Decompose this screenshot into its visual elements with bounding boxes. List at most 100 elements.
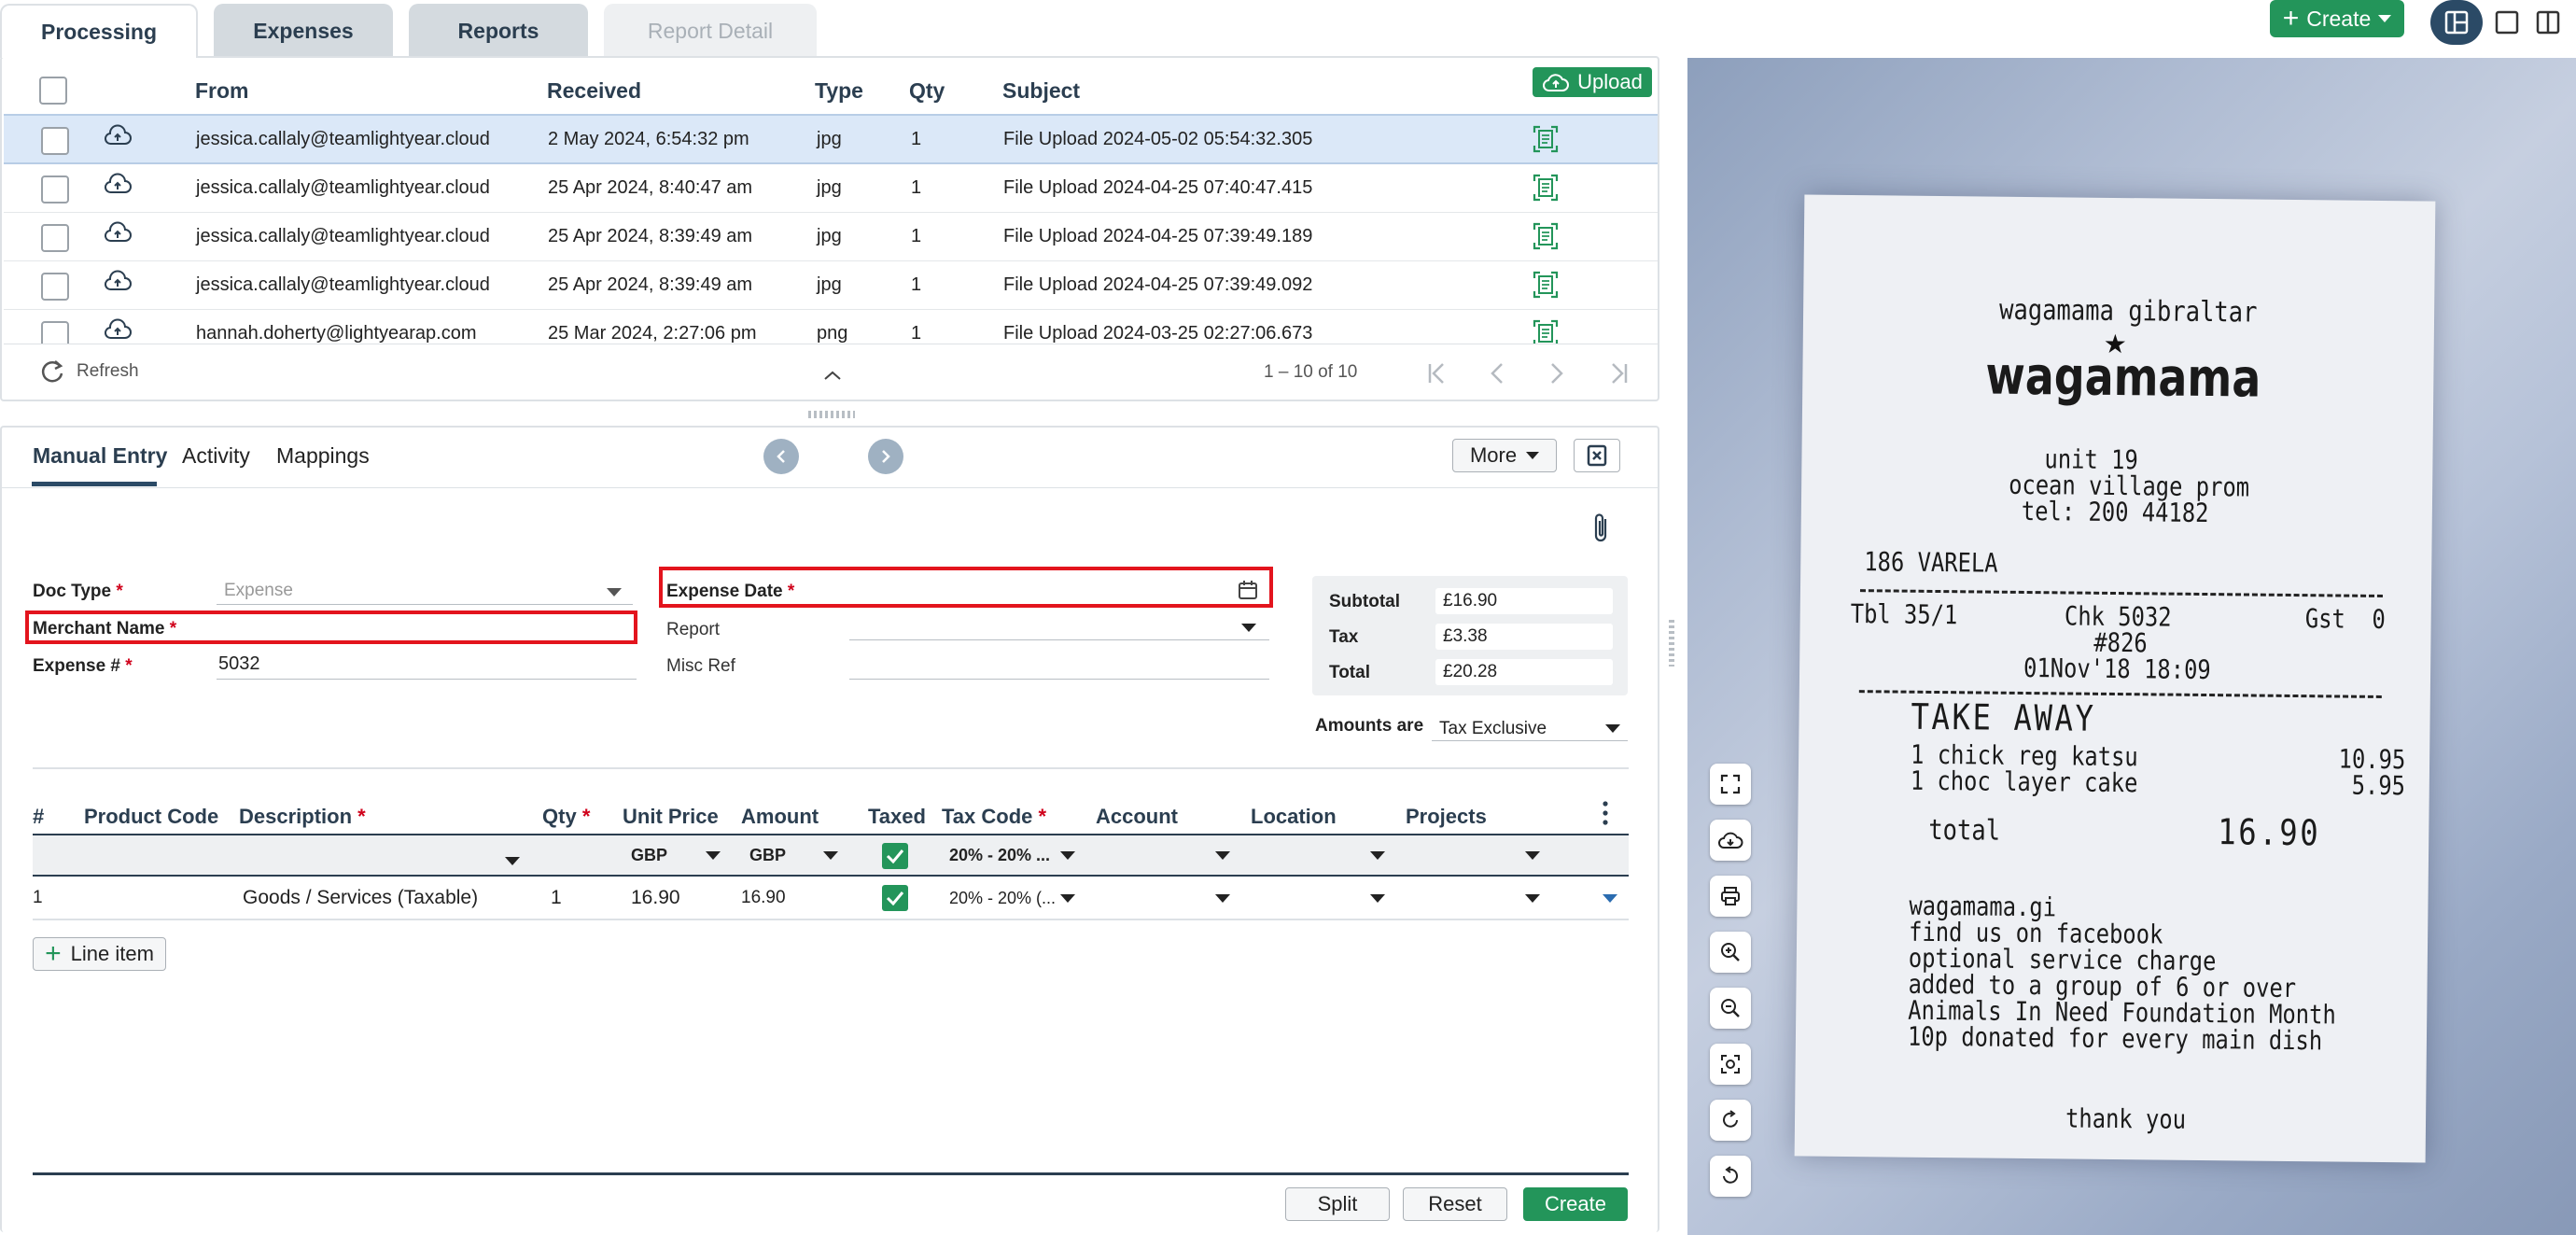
viewer-resize-handle[interactable] xyxy=(1669,620,1674,667)
expense-date-input[interactable] xyxy=(849,573,1266,601)
tax-value[interactable]: £3.38 xyxy=(1435,624,1613,650)
row-checkbox[interactable] xyxy=(41,273,69,301)
tab-report-detail[interactable]: Report Detail xyxy=(604,4,817,58)
tab-manual-entry[interactable]: Manual Entry xyxy=(33,443,167,469)
line-tax-code[interactable]: 20% - 20% (... xyxy=(949,889,1056,908)
table-row[interactable]: jessica.callaly@teamlightyear.cloud 25 Ap… xyxy=(4,213,1658,261)
line-unit-price[interactable]: 16.90 xyxy=(631,887,680,909)
caret-down-icon[interactable] xyxy=(1215,894,1230,903)
panel-resize-handle[interactable] xyxy=(808,411,855,418)
upload-button[interactable]: Upload xyxy=(1533,67,1652,97)
close-document-button[interactable] xyxy=(1574,439,1620,472)
add-line-item-button[interactable]: + Line item xyxy=(33,937,166,971)
refresh-button[interactable]: Refresh xyxy=(39,358,139,385)
row-received: 25 Apr 2024, 8:39:49 am xyxy=(548,226,753,246)
row-received: 25 Apr 2024, 8:39:49 am xyxy=(548,274,753,295)
caret-down-icon[interactable] xyxy=(1525,851,1540,860)
scan-document-icon[interactable] xyxy=(1533,125,1559,153)
col-from[interactable]: From xyxy=(195,78,249,104)
zoom-out-button[interactable] xyxy=(1710,988,1751,1029)
split-button[interactable]: Split xyxy=(1285,1187,1390,1221)
more-button[interactable]: More xyxy=(1452,439,1557,472)
caret-down-icon[interactable] xyxy=(706,851,721,860)
taxed-all-checkbox[interactable] xyxy=(882,843,908,869)
total-value[interactable]: £20.28 xyxy=(1435,659,1613,685)
tab-processing[interactable]: Processing xyxy=(0,4,198,58)
layout-split-left-button[interactable] xyxy=(2430,0,2483,45)
fit-screen-icon xyxy=(1721,1055,1740,1074)
caret-down-icon[interactable] xyxy=(1370,894,1385,903)
row-checkbox[interactable] xyxy=(41,321,69,344)
row-checkbox[interactable] xyxy=(41,175,69,203)
subtotal-value[interactable]: £16.90 xyxy=(1435,588,1613,614)
reset-button[interactable]: Reset xyxy=(1403,1187,1507,1221)
expand-row-icon[interactable] xyxy=(1603,894,1617,903)
expense-number-input[interactable]: 5032 xyxy=(217,652,637,680)
scan-document-icon[interactable] xyxy=(1533,222,1559,250)
caret-down-icon[interactable] xyxy=(1060,894,1075,903)
rotate-left-button[interactable] xyxy=(1710,1156,1751,1197)
tab-activity[interactable]: Activity xyxy=(182,443,250,469)
receipt-logo: wagamama xyxy=(1985,345,2261,410)
row-type: jpg xyxy=(817,129,842,149)
caret-down-icon[interactable] xyxy=(505,857,520,865)
print-button[interactable] xyxy=(1710,876,1751,917)
calendar-icon[interactable] xyxy=(1238,580,1258,600)
unit-price-currency[interactable]: GBP xyxy=(631,846,667,865)
row-from: jessica.callaly@teamlightyear.cloud xyxy=(196,226,490,246)
table-row[interactable]: jessica.callaly@teamlightyear.cloud 25 Ap… xyxy=(4,261,1658,310)
prev-document-button[interactable] xyxy=(763,439,799,474)
scan-document-icon[interactable] xyxy=(1533,319,1559,344)
merchant-name-input[interactable] xyxy=(217,612,633,640)
misc-ref-input[interactable] xyxy=(849,652,1269,680)
amount-currency[interactable]: GBP xyxy=(749,846,786,865)
scan-document-icon[interactable] xyxy=(1533,271,1559,299)
doc-type-select[interactable]: Expense xyxy=(217,577,633,605)
row-type: png xyxy=(817,323,848,344)
next-document-button[interactable] xyxy=(868,439,903,474)
last-page-icon[interactable] xyxy=(1603,360,1631,386)
prev-page-icon[interactable] xyxy=(1486,360,1508,386)
zoom-in-button[interactable] xyxy=(1710,932,1751,973)
download-button[interactable] xyxy=(1710,820,1751,861)
col-qty[interactable]: Qty xyxy=(909,78,945,104)
row-checkbox[interactable] xyxy=(41,127,69,155)
tax-code-filter[interactable]: 20% - 20% ... xyxy=(949,846,1050,865)
report-select[interactable] xyxy=(849,612,1269,640)
column-menu-icon[interactable] xyxy=(1600,799,1611,827)
scan-document-icon[interactable] xyxy=(1533,174,1559,202)
line-qty[interactable]: 1 xyxy=(551,887,562,909)
caret-down-icon[interactable] xyxy=(1370,851,1385,860)
tab-mappings[interactable]: Mappings xyxy=(276,443,370,469)
first-page-icon[interactable] xyxy=(1424,360,1452,386)
table-row[interactable]: hannah.doherty@lightyearap.com 25 Mar 202… xyxy=(4,310,1658,344)
chevron-up-icon[interactable] xyxy=(821,368,844,383)
caret-down-icon xyxy=(1241,624,1256,632)
tab-reports[interactable]: Reports xyxy=(409,4,588,58)
table-row[interactable]: jessica.callaly@teamlightyear.cloud 25 Ap… xyxy=(4,164,1658,213)
amounts-are-select[interactable]: Tax Exclusive xyxy=(1432,713,1628,741)
line-taxed-checkbox[interactable] xyxy=(882,885,908,911)
caret-down-icon[interactable] xyxy=(1215,851,1230,860)
line-description[interactable]: Goods / Services (Taxable) xyxy=(243,887,478,909)
caret-down-icon[interactable] xyxy=(1060,851,1075,860)
next-page-icon[interactable] xyxy=(1546,360,1568,386)
cloud-upload-icon xyxy=(105,173,132,193)
row-checkbox[interactable] xyxy=(41,224,69,252)
fit-to-screen-button[interactable] xyxy=(1710,1044,1751,1085)
caret-down-icon[interactable] xyxy=(1525,894,1540,903)
col-subject[interactable]: Subject xyxy=(1002,78,1080,104)
select-all-checkbox[interactable] xyxy=(39,77,67,105)
col-type[interactable]: Type xyxy=(815,78,863,104)
table-row[interactable]: jessica.callaly@teamlightyear.cloud 2 May… xyxy=(4,116,1658,164)
attachment-icon[interactable] xyxy=(1590,512,1613,545)
layout-single-button[interactable] xyxy=(2490,4,2524,41)
create-dropdown-button[interactable]: + Create xyxy=(2270,0,2404,37)
create-button[interactable]: Create xyxy=(1523,1187,1628,1221)
layout-columns-button[interactable] xyxy=(2531,4,2565,41)
rotate-right-button[interactable] xyxy=(1710,1100,1751,1141)
fullscreen-button[interactable] xyxy=(1710,764,1751,805)
caret-down-icon[interactable] xyxy=(823,851,838,860)
tab-expenses[interactable]: Expenses xyxy=(214,4,393,58)
col-received[interactable]: Received xyxy=(547,78,641,104)
